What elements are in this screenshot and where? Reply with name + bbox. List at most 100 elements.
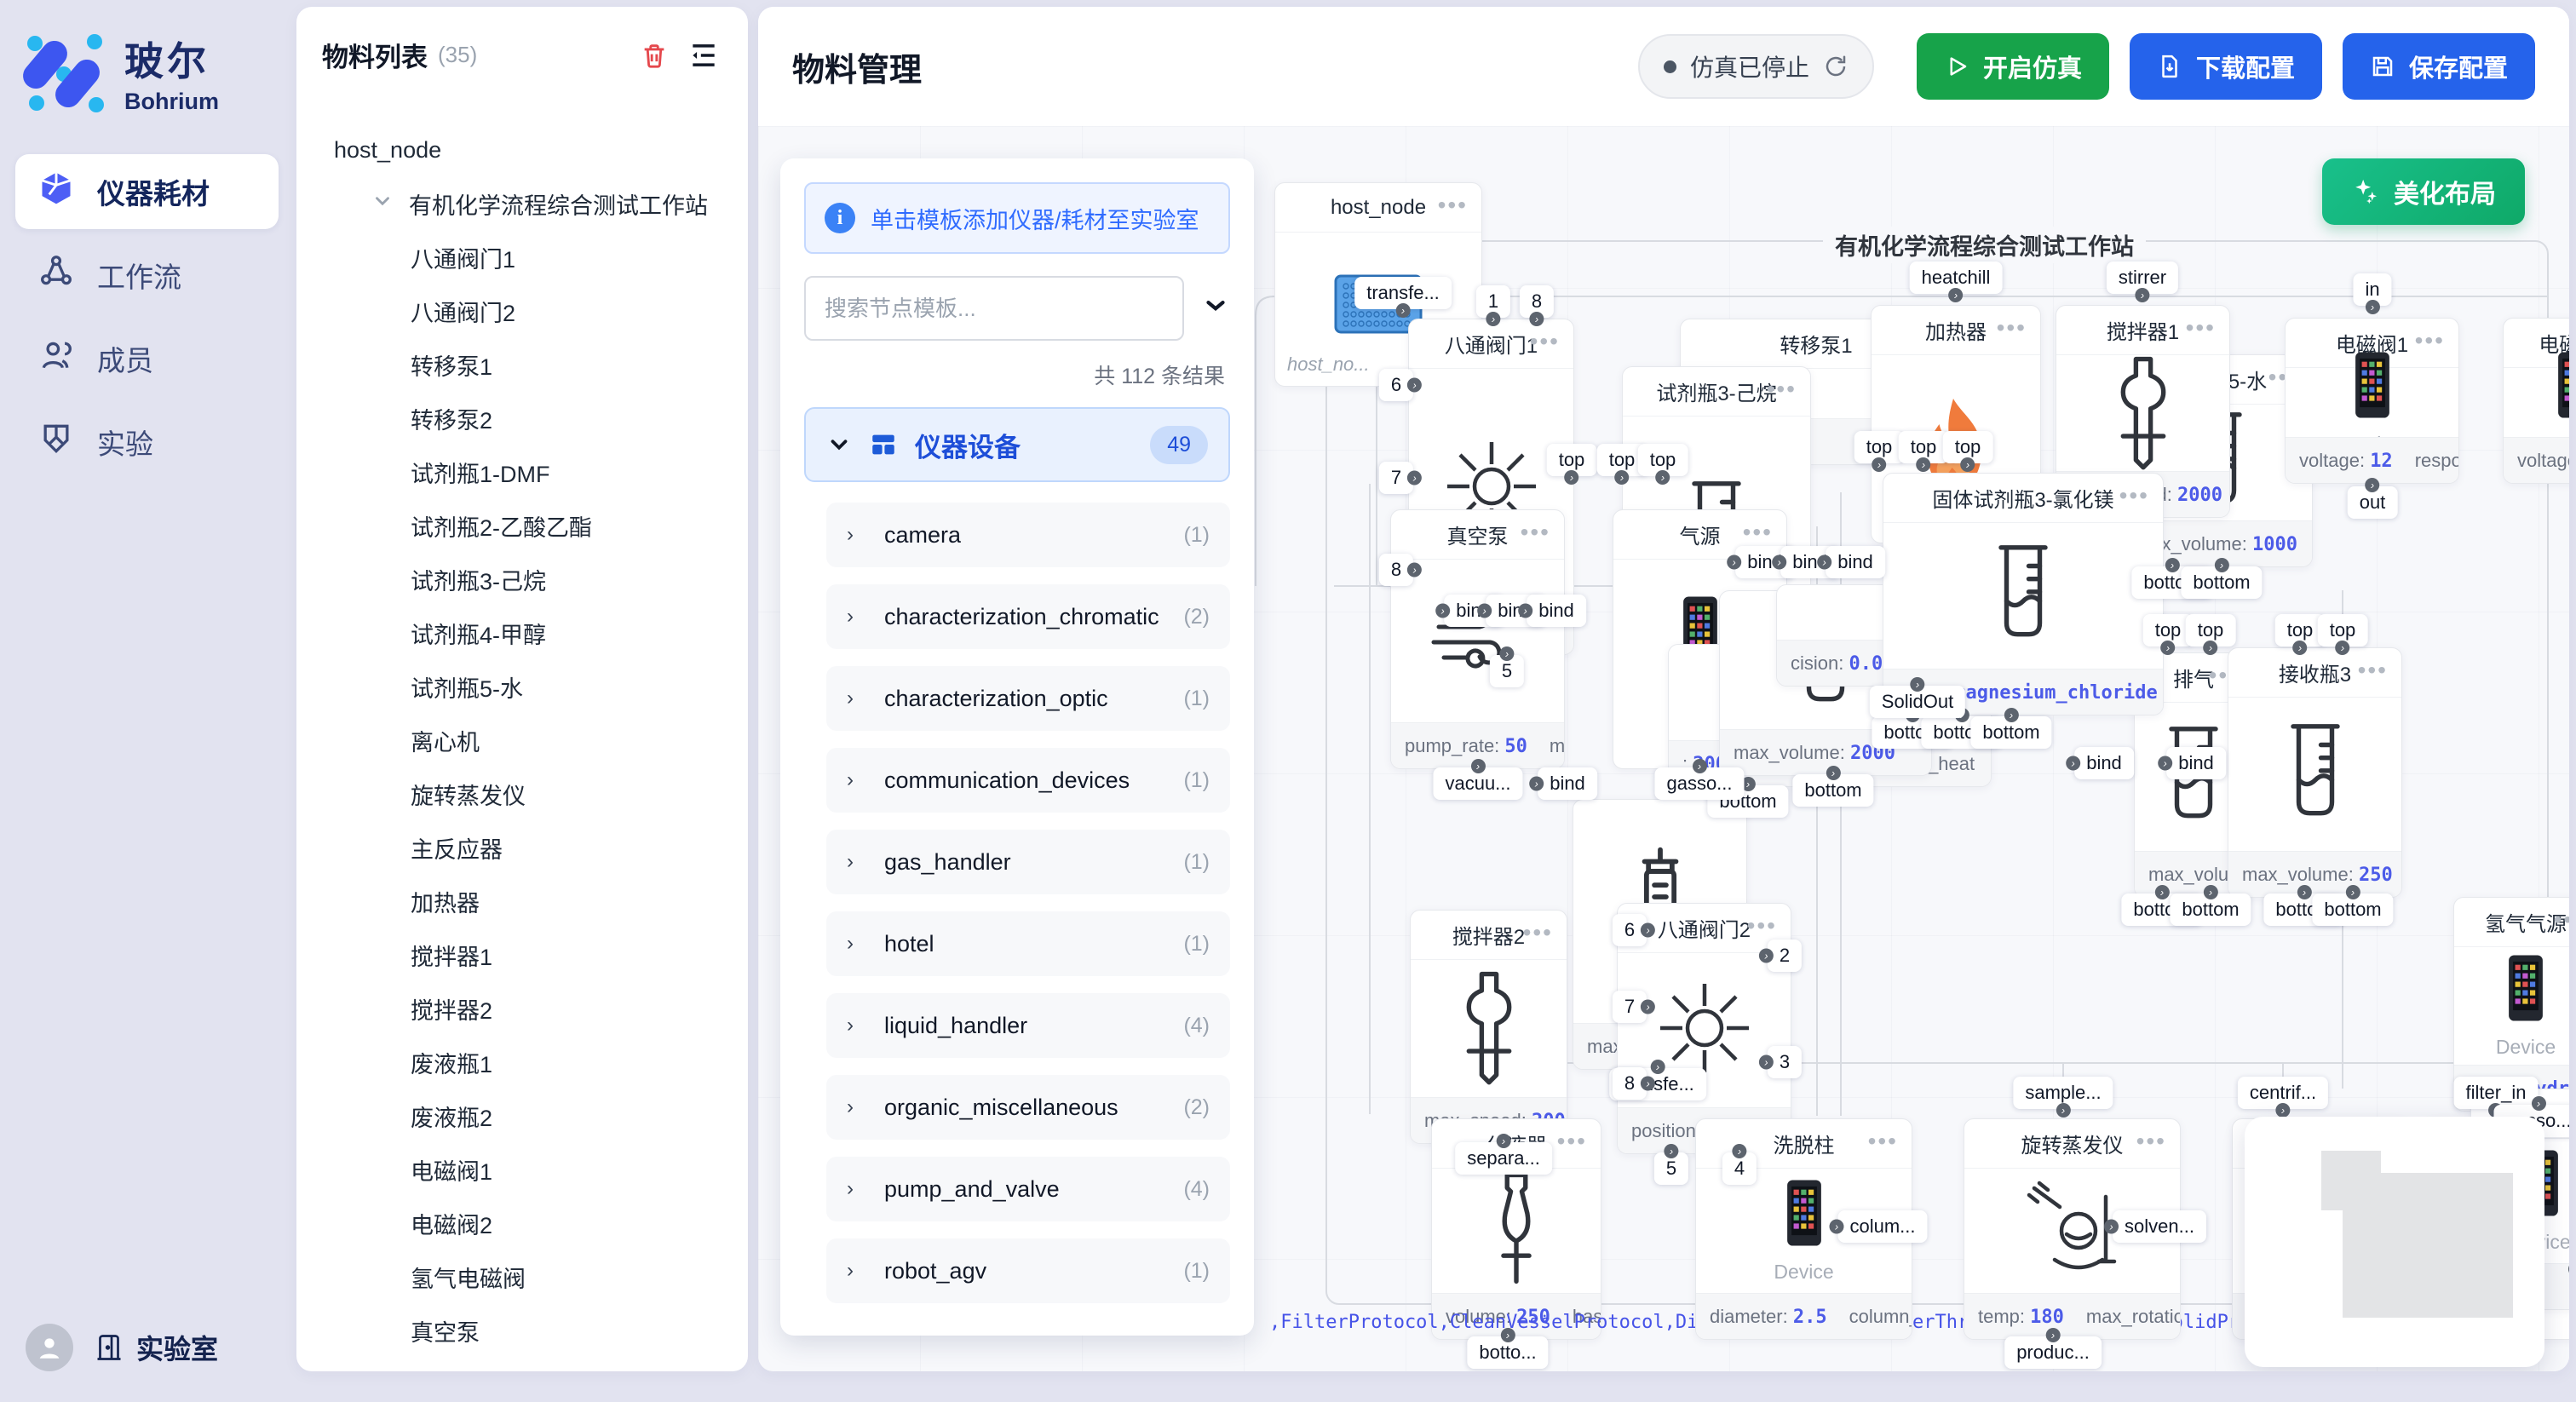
tree-item[interactable]: 有机化学流程综合测试工作站 bbox=[322, 177, 722, 231]
tree-item[interactable]: 真空泵 bbox=[322, 1304, 722, 1358]
start-sim-button[interactable]: 开启仿真 bbox=[1917, 33, 2109, 100]
port-chip-vacuu...[interactable]: ›vacuu... bbox=[1433, 767, 1522, 800]
category-row-hotel[interactable]: › hotel (1) bbox=[826, 911, 1230, 976]
port-chip-6[interactable]: ›6 bbox=[1379, 369, 1413, 401]
node-menu-icon[interactable]: ••• bbox=[2119, 482, 2149, 509]
port-chip-stirrer[interactable]: ›stirrer bbox=[2107, 261, 2178, 294]
save-config-button[interactable]: 保存配置 bbox=[2343, 33, 2535, 100]
port-chip-SolidOut[interactable]: ›SolidOut bbox=[1870, 686, 1965, 718]
category-row-gas_handler[interactable]: › gas_handler (1) bbox=[826, 830, 1230, 894]
port-chip-top[interactable]: ›top bbox=[2186, 614, 2236, 646]
delete-all-button[interactable] bbox=[635, 37, 673, 74]
tree-item[interactable]: 搅拌器2 bbox=[322, 982, 722, 1036]
tree-item[interactable]: 电磁阀1 bbox=[322, 1143, 722, 1197]
node-menu-icon[interactable]: ••• bbox=[1743, 519, 1773, 546]
category-row-pump_and_valve[interactable]: › pump_and_valve (4) bbox=[826, 1157, 1230, 1221]
port-chip-top[interactable]: ›top bbox=[2318, 614, 2368, 646]
canvas-node-电磁阀2[interactable]: 电磁阀2••• Devicevoltage: 12 bbox=[2503, 318, 2569, 484]
port-chip-4[interactable]: ›4 bbox=[1722, 1152, 1757, 1185]
node-menu-icon[interactable]: ••• bbox=[1997, 314, 2027, 342]
tree-item[interactable]: 废液瓶2 bbox=[322, 1089, 722, 1143]
download-config-button[interactable]: 下载配置 bbox=[2130, 33, 2322, 100]
node-menu-icon[interactable]: ••• bbox=[2358, 657, 2388, 684]
tree-item[interactable]: 转移泵2 bbox=[322, 392, 722, 445]
port-chip-top[interactable]: ›top bbox=[1899, 431, 1949, 463]
node-menu-icon[interactable]: ••• bbox=[2415, 327, 2445, 354]
port-chip-5[interactable]: ›5 bbox=[1490, 655, 1524, 687]
graph-canvas[interactable]: 有机化学流程综合测试工作站 host_node•••host_no...转移泵1… bbox=[758, 126, 2569, 1371]
tree-item[interactable]: 氢气电磁阀 bbox=[322, 1250, 722, 1304]
port-chip-7[interactable]: ›7 bbox=[1613, 991, 1647, 1023]
node-menu-icon[interactable]: ••• bbox=[1521, 519, 1550, 546]
sidebar-item-1[interactable]: 工作流 bbox=[15, 238, 279, 313]
port-chip-bottom[interactable]: ›bottom bbox=[2312, 893, 2393, 926]
category-group-instruments[interactable]: 仪器设备 49 bbox=[804, 407, 1230, 482]
tree-item[interactable]: 试剂瓶1-DMF bbox=[322, 445, 722, 499]
port-chip-sample...[interactable]: ›sample... bbox=[2013, 1077, 2113, 1109]
port-chip-colum...[interactable]: ›colum... bbox=[1837, 1210, 1927, 1243]
tree-item[interactable]: 废液瓶1 bbox=[322, 1036, 722, 1089]
port-chip-centrif...[interactable]: ›centrif... bbox=[2238, 1077, 2328, 1109]
category-row-liquid_handler[interactable]: › liquid_handler (4) bbox=[826, 993, 1230, 1058]
port-chip-top[interactable]: ›top bbox=[1943, 431, 1993, 463]
port-chip-6[interactable]: ›6 bbox=[1613, 914, 1647, 946]
tree-item[interactable]: 八通阀门2 bbox=[322, 284, 722, 338]
tree-item[interactable]: 离心机 bbox=[322, 714, 722, 767]
sidebar-item-3[interactable]: 实验 bbox=[15, 405, 279, 480]
category-row-organic_miscellaneous[interactable]: › organic_miscellaneous (2) bbox=[826, 1075, 1230, 1140]
canvas-node-固体试剂瓶3-氯化镁[interactable]: 固体试剂瓶3-氯化镁•••agent: magnesium_chlorideph… bbox=[1883, 473, 2164, 715]
node-menu-icon[interactable]: ••• bbox=[2136, 1128, 2166, 1155]
port-chip-bind[interactable]: ›bind bbox=[2166, 747, 2226, 779]
canvas-node-电磁阀1[interactable]: 电磁阀1••• Devicevoltage: 12response_time: … bbox=[2285, 318, 2459, 484]
node-menu-icon[interactable]: ••• bbox=[1747, 912, 1777, 939]
tree-item[interactable]: 试剂瓶4-甲醇 bbox=[322, 606, 722, 660]
canvas-node-真空泵[interactable]: 真空泵•••pump_rate: 50max_vacuum: 0.1 bbox=[1390, 509, 1565, 769]
minimap-panel[interactable] bbox=[2245, 1117, 2544, 1367]
category-row-robot_agv[interactable]: › robot_agv (1) bbox=[826, 1238, 1230, 1303]
category-row-characterization_optic[interactable]: › characterization_optic (1) bbox=[826, 666, 1230, 731]
category-row-characterization_chromatic[interactable]: › characterization_chromatic (2) bbox=[826, 584, 1230, 649]
category-row-communication_devices[interactable]: › communication_devices (1) bbox=[826, 748, 1230, 813]
node-menu-icon[interactable]: ••• bbox=[1530, 328, 1560, 355]
port-chip-8[interactable]: ›8 bbox=[1520, 285, 1554, 318]
tree-item[interactable]: 加热器 bbox=[322, 875, 722, 928]
port-chip-8[interactable]: ›8 bbox=[1613, 1067, 1647, 1100]
tree-item[interactable]: 旋转蒸发仪 bbox=[322, 767, 722, 821]
node-menu-icon[interactable]: ••• bbox=[1767, 376, 1797, 403]
port-chip-8[interactable]: ›8 bbox=[1379, 554, 1413, 586]
node-menu-icon[interactable]: ••• bbox=[1523, 919, 1553, 946]
port-chip-bottom[interactable]: ›bottom bbox=[2170, 893, 2251, 926]
port-chip-bind[interactable]: ›bind bbox=[1527, 595, 1586, 627]
chevron-down-icon[interactable] bbox=[371, 190, 409, 218]
port-chip-produc...[interactable]: ›produc... bbox=[2004, 1336, 2102, 1369]
port-chip-botto...[interactable]: ›botto... bbox=[1467, 1336, 1548, 1369]
category-row-camera[interactable]: › camera (1) bbox=[826, 503, 1230, 567]
sim-status-pill[interactable]: 仿真已停止 bbox=[1638, 34, 1874, 99]
sidebar-item-2[interactable]: 成员 bbox=[15, 321, 279, 396]
port-chip-bind[interactable]: ›bind bbox=[1538, 767, 1597, 800]
port-chip-heatchill[interactable]: ›heatchill bbox=[1910, 261, 2003, 294]
port-chip-top[interactable]: ›top bbox=[1854, 431, 1905, 463]
tree-item[interactable]: 主反应器 bbox=[322, 821, 722, 875]
port-chip-bind[interactable]: ›bind bbox=[2074, 747, 2134, 779]
port-chip-bottom[interactable]: ›bottom bbox=[1792, 774, 1873, 807]
sidebar-item-0[interactable]: 仪器耗材 bbox=[15, 154, 279, 229]
port-chip-out[interactable]: ›out bbox=[2348, 486, 2398, 519]
avatar[interactable] bbox=[26, 1324, 73, 1371]
node-menu-icon[interactable]: ••• bbox=[1557, 1128, 1587, 1155]
port-chip-5[interactable]: ›5 bbox=[1654, 1152, 1688, 1185]
port-chip-bind[interactable]: ›bind bbox=[1826, 546, 1885, 578]
tree-item[interactable]: 电磁阀2 bbox=[322, 1197, 722, 1250]
node-menu-icon[interactable]: ••• bbox=[1868, 1128, 1898, 1155]
port-chip-top[interactable]: ›top bbox=[1547, 444, 1597, 476]
tree-item[interactable]: 搅拌器1 bbox=[322, 928, 722, 982]
port-chip-top[interactable]: ›top bbox=[1638, 444, 1688, 476]
node-menu-icon[interactable]: ••• bbox=[1438, 192, 1468, 219]
port-chip-3[interactable]: ›3 bbox=[1768, 1046, 1802, 1078]
tree-item[interactable]: 试剂瓶2-乙酸乙酯 bbox=[322, 499, 722, 553]
tree-item[interactable]: 八通阀门1 bbox=[322, 231, 722, 284]
node-menu-icon[interactable]: ••• bbox=[2554, 906, 2569, 934]
tree-item[interactable]: 试剂瓶5-水 bbox=[322, 660, 722, 714]
tree-item[interactable]: host_node bbox=[322, 124, 722, 177]
port-chip-1[interactable]: ›1 bbox=[1476, 285, 1510, 318]
